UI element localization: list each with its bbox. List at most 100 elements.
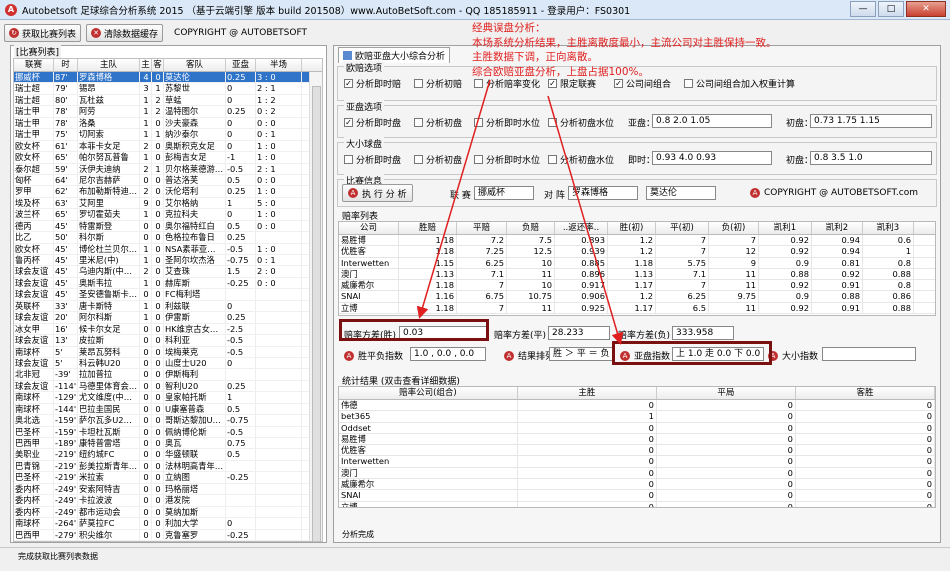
column-header[interactable]: 赔率公司(组合) <box>339 387 518 399</box>
win-index-field[interactable]: 1.0 , 0.0 , 0.0 <box>410 347 486 361</box>
column-header[interactable]: 主 <box>140 59 152 71</box>
column-header[interactable]: 客胜 <box>796 387 935 399</box>
close-button[interactable]: ✕ <box>906 1 946 17</box>
checkbox-option[interactable]: 分析初盘 <box>414 116 462 129</box>
home-team-field[interactable]: 罗森博格 <box>568 186 638 200</box>
table-row[interactable]: 波兰杯 65' 罗切霍茹夫 1 0 克拉科夫 0 1 : 0 <box>14 209 322 221</box>
table-row[interactable]: 欧女杯 65' 帕尔努瓦普鲁 1 0 彭梅吉女足 -1 1 : 0 <box>14 152 322 164</box>
table-row[interactable]: 巴青锦 -219' 彭美拉斯青年… 0 0 法林明高青年… <box>14 460 322 473</box>
table-row[interactable]: 鲁丙杯 45' 里米尼(中) 1 0 圣阿尔坎杰洛 -0.75 0 : 1 <box>14 255 322 267</box>
checkbox[interactable] <box>414 118 423 127</box>
table-row[interactable]: 立博 0 0 0 <box>339 501 935 507</box>
table-row[interactable]: 瑞士甲 75' 切阿索 1 1 纳沙泰尔 0 0 : 1 <box>14 129 322 141</box>
table-row[interactable]: Interwetten 1.15 6.25 10 0.885 1.18 5.75 9 0.9 0.… <box>339 257 935 269</box>
checkbox[interactable]: ✓ <box>548 79 557 88</box>
table-row[interactable]: 北非冠 -39' 拉加普拉 0 0 伊斯梅利 <box>14 369 322 381</box>
checkbox-option[interactable]: 分析初盘 <box>414 153 462 166</box>
checkbox-option[interactable]: 分析初盘水位 <box>548 153 614 166</box>
table-row[interactable]: 巴圣杯 -159' 卡坦杜瓦斯 0 0 佩纳博伦斯 -0.5 <box>14 426 322 438</box>
table-row[interactable]: SNAI 0 0 0 <box>339 490 935 502</box>
table-row[interactable]: 威廉希尔 1.18 7 10 0.917 1.17 7 11 0.92 0.91 0.8 <box>339 280 935 292</box>
checkbox[interactable] <box>474 79 483 88</box>
table-row[interactable]: 埃及杯 63' 艾阿里 9 0 艾尔格纳 1 5 : 0 <box>14 197 322 210</box>
checkbox[interactable] <box>474 118 483 127</box>
run-analysis-button[interactable]: A执 行 分 析 <box>342 184 413 202</box>
checkbox-option[interactable]: ✓ 分析即时赔 <box>344 77 401 90</box>
column-header[interactable]: 平(初) <box>656 222 709 234</box>
table-row[interactable]: 德丙 45' 特雷斯登 0 0 奥尔福特红白 0.5 0 : 0 <box>14 220 322 233</box>
table-row[interactable]: 瑞士超 80' 瓦杜兹 1 2 草蜢 0 1 : 2 <box>14 94 322 107</box>
column-header[interactable]: 平赔 <box>457 222 507 234</box>
ou-now-field[interactable]: 0.93 4.0 0.93 <box>652 151 772 165</box>
league-field[interactable]: 挪威杯 <box>474 186 534 200</box>
table-row[interactable]: 澳门 1.13 7.1 11 0.896 1.13 7.1 11 0.88 0.92 0.88 <box>339 268 935 281</box>
table-row[interactable]: 瑞士甲 78' 阿劳 1 2 温特图尔 0.25 0 : 2 <box>14 106 322 118</box>
checkbox[interactable] <box>344 155 353 164</box>
table-row[interactable]: 球会友谊 45' 奥斯韦拉 1 0 赫库斯 -0.25 0 : 0 <box>14 277 322 290</box>
minimize-button[interactable]: — <box>850 1 876 17</box>
table-row[interactable]: 英联杯 33' 唐卡斯特 1 0 利兹联 0 <box>14 300 322 313</box>
table-row[interactable]: 泰尔超 59' 沃伊夫迪纳 2 1 贝尔格莱德游… -0.5 2 : 1 <box>14 163 322 175</box>
column-header[interactable]: 胜(初) <box>608 222 656 234</box>
var-lose-field[interactable]: 333.958 <box>672 326 734 340</box>
table-row[interactable]: 易胜博 1.18 7.2 7.5 0.893 1.2 7 7 0.92 0.94 0.6 <box>339 235 935 247</box>
column-header[interactable]: 凯利2 <box>812 222 863 234</box>
table-row[interactable]: 球会友谊 20' 阿尔科斯 1 0 伊雷斯 0.25 <box>14 312 322 324</box>
column-header[interactable]: 客 <box>152 59 164 71</box>
clear-cache-button[interactable]: ✕ 清除数据缓存 <box>86 24 164 42</box>
checkbox-option[interactable]: 分析即时水位 <box>474 153 540 166</box>
table-row[interactable]: 南球杯 -144' 巴拉圭国民 0 0 U康塞普森 0.5 <box>14 403 322 416</box>
table-row[interactable]: bet365 1 0 0 <box>339 411 935 423</box>
table-row[interactable]: 瑞士甲 78' 洛桑 1 0 沙夫豪森 0 0 : 0 <box>14 117 322 130</box>
table-row[interactable]: 球会友谊 -114' 马德里体育会… 0 0 智利U20 0.25 <box>14 380 322 393</box>
table-row[interactable]: 奥北选 -159' 萨尔瓦多U2… 0 0 哥斯达黎加U… -0.75 <box>14 415 322 427</box>
checkbox[interactable] <box>474 155 483 164</box>
checkbox[interactable] <box>414 155 423 164</box>
match-list-scrollbar[interactable] <box>309 72 322 541</box>
column-header[interactable]: 胜赔 <box>399 222 457 234</box>
away-team-field[interactable]: 莫达伦 <box>646 186 716 200</box>
table-row[interactable]: 南球杯 -264' 萨莫拉FC 0 0 利加大学 0 <box>14 518 322 530</box>
asia-init-field[interactable]: 0.73 1.75 1.15 <box>810 114 932 128</box>
checkbox-option[interactable]: ✓ 分析即时盘 <box>344 116 401 129</box>
table-row[interactable]: 瑞士超 79' 锡昂 3 1 苏黎世 0 2 : 1 <box>14 83 322 95</box>
var-draw-field[interactable]: 28.233 <box>548 326 610 340</box>
table-row[interactable]: SNAI 1.16 6.75 10.75 0.906 1.2 6.25 9.75 0.9 0.88… <box>339 291 935 303</box>
checkbox-option[interactable]: 分析初盘水位 <box>548 116 614 129</box>
table-row[interactable]: Interwetten 0 0 0 <box>339 456 935 468</box>
checkbox-option[interactable]: 分析初赔 <box>414 77 462 90</box>
table-row[interactable]: 委内杯 -249' 安索阿特吉 0 0 玛格丽塔 <box>14 483 322 496</box>
table-row[interactable]: 委内杯 -249' 都市运动会 0 0 莫纳加斯 <box>14 506 322 519</box>
checkbox[interactable] <box>548 155 557 164</box>
column-header[interactable]: 平局 <box>657 387 796 399</box>
table-row[interactable]: 挪威杯 87' 罗森博格 4 0 莫达伦 0.25 3 : 0 <box>14 72 322 84</box>
table-row[interactable]: 立博 1.18 7 11 0.925 1.17 6.5 11 0.92 0.91 0.88 <box>339 302 935 315</box>
table-row[interactable]: Oddset 0 0 0 <box>339 422 935 434</box>
table-row[interactable]: 欧女杯 45' 博伦杜兰贝尔… 1 0 NSA素菲亚… -0.5 1 : 0 <box>14 243 322 255</box>
table-row[interactable]: 球会友谊 45' 圣安德鲁斯卡… 0 0 FC梅利塔 <box>14 289 322 301</box>
table-row[interactable]: 球会友谊 45' 乌迪内斯(中… 2 0 艾查珠 1.5 2 : 0 <box>14 266 322 278</box>
column-header[interactable]: 负(初) <box>709 222 759 234</box>
column-header[interactable]: 客队 <box>164 59 226 71</box>
table-row[interactable]: 匈杯 64' 尼尔吉赫萨 0 0 普达洛芙 0.5 0 : 0 <box>14 174 322 187</box>
checkbox[interactable]: ✓ <box>344 79 353 88</box>
table-row[interactable]: 冰女甲 16' 候卡尔女足 0 0 HK维京古女… -2.5 <box>14 323 322 336</box>
result-order-field[interactable]: 胜 ＞ 平 ＝ 负 <box>549 347 615 361</box>
maximize-button[interactable]: □ <box>878 1 904 17</box>
ou-init-field[interactable]: 0.8 3.5 1.0 <box>810 151 932 165</box>
table-row[interactable]: 欧女杯 61' 本菲卡女足 2 0 奥斯积克女足 0 1 : 0 <box>14 140 322 153</box>
column-header[interactable]: 主队 <box>78 59 140 71</box>
column-header[interactable]: 公司 <box>339 222 399 234</box>
checkbox-option[interactable]: 分析即时盘 <box>344 153 401 166</box>
table-row[interactable]: 罗甲 62' 布加勒斯特迪… 2 0 沃伦塔利 0.25 1 : 0 <box>14 186 322 198</box>
asia-line-field[interactable]: 0.8 2.0 1.05 <box>652 114 772 128</box>
table-row[interactable]: 巴圣杯 -219' 米拉索 0 0 立纳图 -0.25 <box>14 472 322 484</box>
column-header[interactable]: 主胜 <box>518 387 657 399</box>
table-row[interactable]: 南球杯 -129' 尤文维度(中… 0 0 皇家帕托斯 1 <box>14 392 322 404</box>
table-row[interactable]: 球会友谊 13' 皮拉斯 0 0 科利亚 -0.5 <box>14 335 322 347</box>
column-header[interactable]: ..返还率.. <box>555 222 608 234</box>
checkbox[interactable] <box>414 79 423 88</box>
checkbox-option[interactable]: 分析即时水位 <box>474 116 540 129</box>
table-row[interactable]: 比乙 50' 科尔斯 0 0 色格拉布鲁日 0.25 <box>14 232 322 244</box>
table-row[interactable]: 南球杯 5' 莱昂瓦努科 0 0 埃梅莱克 -0.5 <box>14 346 322 358</box>
